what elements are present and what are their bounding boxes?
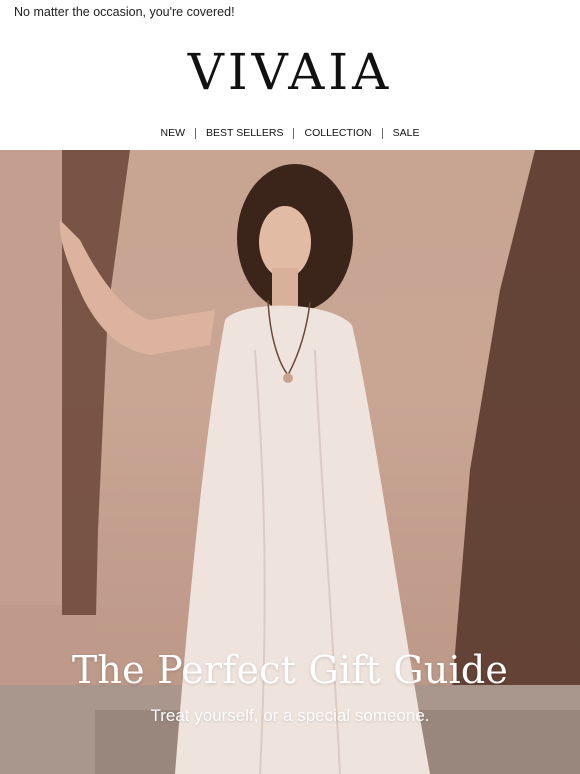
hero-banner[interactable]: The Perfect Gift Guide Treat yourself, o… (0, 150, 580, 774)
hero-model-dress (175, 305, 430, 774)
hero-shadow-left (62, 150, 130, 615)
hero-subtitle: Treat yourself, or a special someone. (150, 706, 430, 725)
hero-pillar-left (0, 150, 62, 615)
nav-item-new[interactable]: NEW (151, 127, 196, 139)
hero-model-face (259, 206, 311, 278)
hero-title: The Perfect Gift Guide (71, 648, 509, 692)
nav-item-collection[interactable]: COLLECTION (294, 127, 381, 139)
hero-shadow-right (452, 150, 580, 690)
nav-item-best-sellers[interactable]: BEST SELLERS (196, 127, 293, 139)
nav-item-sale[interactable]: SALE (383, 127, 430, 139)
preheader-text: No matter the occasion, you're covered! (14, 5, 235, 19)
brand-logo-text: VIVAIA (187, 43, 393, 101)
main-nav: NEW BEST SELLERS COLLECTION SALE (0, 125, 580, 141)
brand-logo[interactable]: VIVAIA (0, 43, 580, 101)
